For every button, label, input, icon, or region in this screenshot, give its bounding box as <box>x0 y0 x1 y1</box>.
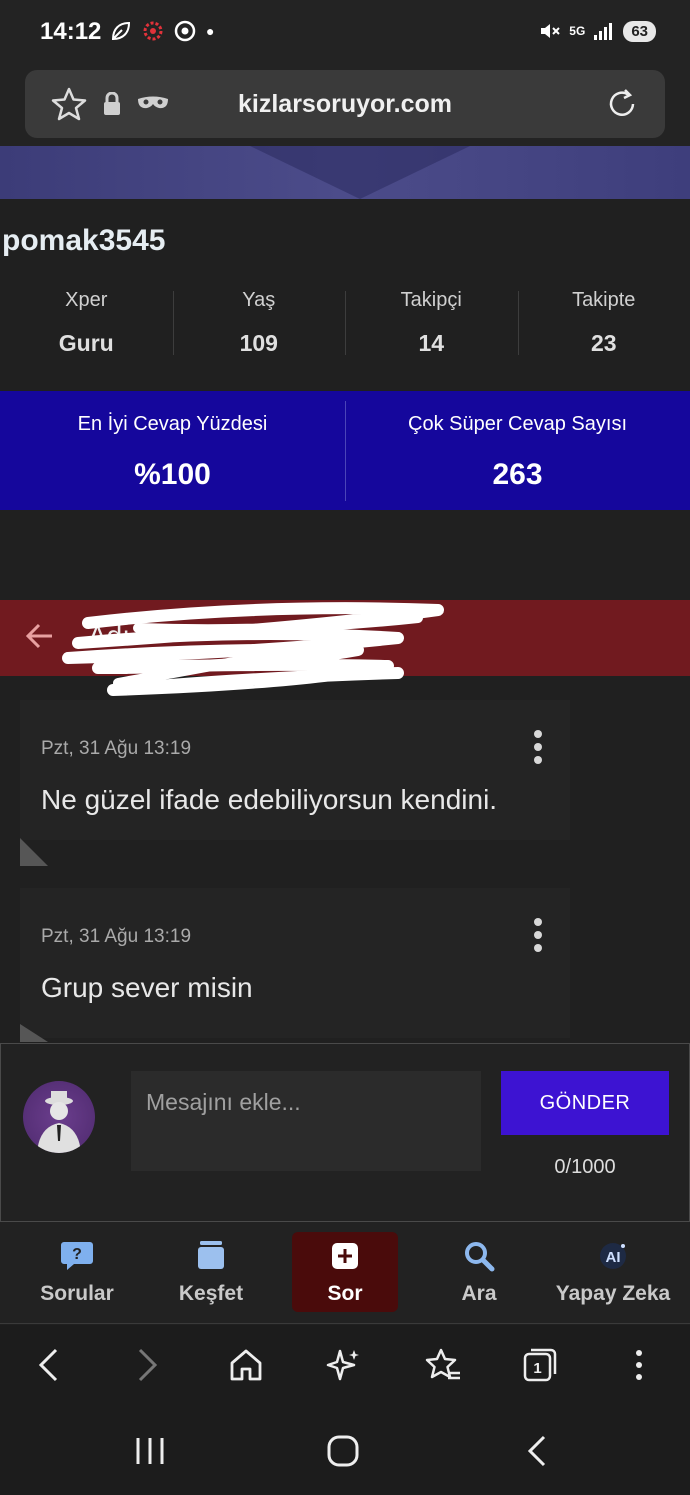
system-home-icon[interactable] <box>326 1435 360 1467</box>
best-answer-percentage: En İyi Cevap Yüzdesi %100 <box>0 391 345 510</box>
message-text: Grup sever misin <box>41 972 253 1003</box>
nav-item-sor[interactable]: Sor <box>292 1232 398 1312</box>
plus-icon <box>332 1243 358 1269</box>
reload-icon[interactable] <box>605 87 639 121</box>
stat-value: 109 <box>239 330 278 356</box>
svg-text:1: 1 <box>533 1360 541 1377</box>
nav-label: Ara <box>461 1282 497 1305</box>
more-options-icon[interactable] <box>534 918 544 957</box>
leaf-icon <box>111 21 131 41</box>
app-bottom-nav: ? Sorular Keşfet Sor Ara AI Yapay Zeka <box>0 1222 690 1324</box>
signal-icon <box>594 23 613 40</box>
send-button[interactable]: GÖNDER <box>501 1071 669 1135</box>
browser-top-bar: kizlarsoruyor.com <box>0 62 690 146</box>
stat-value: 23 <box>590 330 617 356</box>
highlight-value: %100 <box>134 458 211 491</box>
svg-text:?: ? <box>72 1246 82 1263</box>
dot-icon: ● <box>206 23 215 39</box>
message-input[interactable] <box>131 1071 481 1171</box>
question-bubble-icon: ? <box>61 1242 93 1270</box>
gear-notification-icon <box>143 21 163 41</box>
address-bar[interactable]: kizlarsoruyor.com <box>25 70 665 138</box>
message-tail <box>20 1024 48 1042</box>
network-type: 5G <box>569 24 586 38</box>
stat-xper: Xper Guru <box>0 285 173 360</box>
system-navigation-bar <box>0 1407 690 1495</box>
compose-area: GÖNDER 0/1000 <box>0 1043 690 1222</box>
stat-age: Yaş 109 <box>172 285 346 360</box>
nav-item-yapay-zeka[interactable]: AI Yapay Zeka <box>546 1222 680 1324</box>
message-bubble: Pzt, 31 Ağu 13:19 Ne güzel ifade edebili… <box>20 700 570 840</box>
back-arrow-icon[interactable] <box>24 620 56 652</box>
sparkle-icon[interactable] <box>326 1347 362 1383</box>
avatar[interactable] <box>23 1081 95 1153</box>
battery-indicator: 63 <box>623 20 656 42</box>
message-tail <box>20 838 48 866</box>
browser-back-icon[interactable] <box>34 1347 62 1383</box>
browser-bottom-toolbar: 1 <box>0 1325 690 1407</box>
stat-label: Takipçi <box>400 289 462 311</box>
super-answer-count: Çok Süper Cevap Sayısı 263 <box>345 391 690 510</box>
more-options-icon[interactable] <box>534 730 544 769</box>
nav-item-sorular[interactable]: ? Sorular <box>10 1222 144 1324</box>
profile-stats: Xper Guru Yaş 109 Takipçi 14 Takipte 23 <box>0 285 690 360</box>
profile-username[interactable]: pomak3545 <box>2 224 165 258</box>
status-time: 14:12 <box>40 18 102 45</box>
highlight-stats-panel: En İyi Cevap Yüzdesi %100 Çok Süper Ceva… <box>0 391 690 510</box>
url-text[interactable]: kizlarsoruyor.com <box>25 90 665 119</box>
nav-label: Keşfet <box>178 1282 244 1305</box>
status-bar: 14:12 ● 5G 63 <box>0 0 690 62</box>
highlight-label: Çok Süper Cevap Sayısı <box>408 413 627 435</box>
message-bubble: Pzt, 31 Ağu 13:19 Grup sever misin <box>20 888 570 1038</box>
tabs-icon[interactable]: 1 <box>522 1347 558 1383</box>
cards-icon <box>198 1241 224 1269</box>
nav-item-ara[interactable]: Ara <box>412 1222 546 1324</box>
nav-label: Sor <box>327 1282 363 1305</box>
chrome-icon <box>174 20 196 42</box>
svg-text:AI: AI <box>606 1249 621 1266</box>
nav-item-kesfet[interactable]: Keşfet <box>144 1222 278 1324</box>
mute-icon <box>541 24 561 38</box>
redaction-scribble <box>62 602 444 696</box>
bookmarks-icon[interactable] <box>424 1347 462 1383</box>
browser-forward-icon[interactable] <box>134 1347 162 1383</box>
character-counter: 0/1000 <box>554 1156 616 1178</box>
stat-followers[interactable]: Takipçi 14 <box>345 285 518 360</box>
profile-cover-banner <box>0 146 690 199</box>
stat-value: 14 <box>418 330 445 356</box>
recent-apps-icon[interactable] <box>134 1435 166 1467</box>
stat-label: Xper <box>65 289 108 311</box>
message-text: Ne güzel ifade edebiliyorsun kendini. <box>41 784 498 815</box>
stat-label: Yaş <box>242 289 276 311</box>
system-back-icon[interactable] <box>522 1435 550 1467</box>
nav-label: Sorular <box>40 1282 114 1305</box>
stat-label: Takipte <box>572 289 636 311</box>
user-silhouette-icon <box>37 1091 81 1153</box>
home-icon[interactable] <box>228 1347 264 1383</box>
nav-label: Yapay Zeka <box>555 1282 671 1305</box>
message-date: Pzt, 31 Ağu 13:19 <box>41 926 192 947</box>
highlight-value: 263 <box>492 458 543 491</box>
ai-icon: AI <box>600 1243 626 1269</box>
highlight-label: En İyi Cevap Yüzdesi <box>77 413 268 435</box>
stat-following[interactable]: Takipte 23 <box>517 285 690 360</box>
menu-icon[interactable] <box>632 1347 646 1383</box>
search-icon <box>465 1242 495 1272</box>
stat-value: Guru <box>58 330 114 356</box>
message-date: Pzt, 31 Ağu 13:19 <box>41 738 192 759</box>
